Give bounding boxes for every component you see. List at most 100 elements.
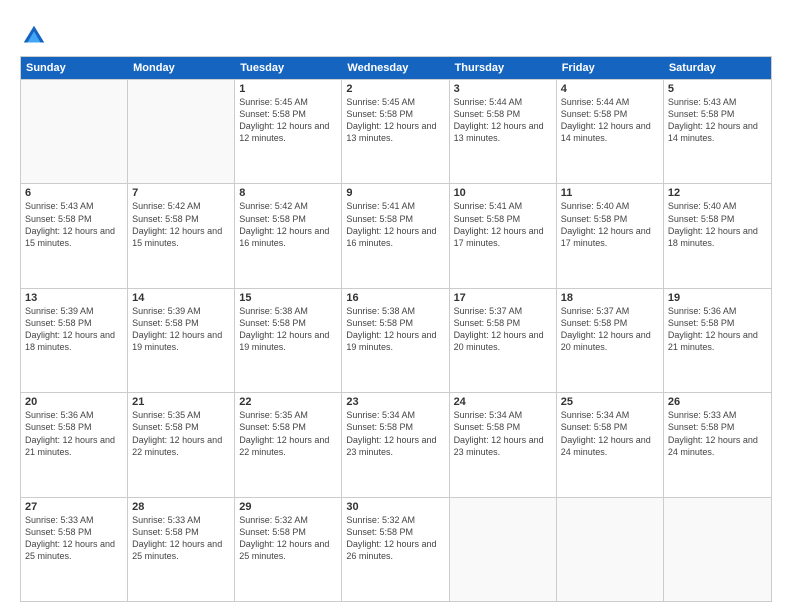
- day-number: 29: [239, 501, 337, 513]
- day-cell-6: 6Sunrise: 5:43 AM Sunset: 5:58 PM Daylig…: [21, 184, 128, 287]
- day-number: 18: [561, 292, 659, 304]
- day-info: Sunrise: 5:39 AM Sunset: 5:58 PM Dayligh…: [25, 306, 115, 352]
- day-info: Sunrise: 5:32 AM Sunset: 5:58 PM Dayligh…: [346, 515, 436, 561]
- day-number: 7: [132, 187, 230, 199]
- header-day-tuesday: Tuesday: [235, 57, 342, 79]
- header-day-saturday: Saturday: [664, 57, 771, 79]
- calendar-header: SundayMondayTuesdayWednesdayThursdayFrid…: [21, 57, 771, 79]
- day-cell-24: 24 Sunrise: 5:34 AM Sunset: 5:58 PM Dayli…: [450, 393, 557, 496]
- day-info: Sunrise: 5:42 AM Sunset: 5:58 PM Dayligh…: [239, 201, 329, 247]
- logo: [20, 22, 52, 50]
- day-cell-22: 22 Sunrise: 5:35 AM Sunset: 5:58 PM Dayli…: [235, 393, 342, 496]
- day-number: 8: [239, 187, 337, 199]
- day-cell-16: 16 Sunrise: 5:38 AM Sunset: 5:58 PM Dayli…: [342, 289, 449, 392]
- day-info: Sunrise: 5:34 AM Sunset: 5:58 PM Dayligh…: [346, 410, 436, 456]
- day-info: Sunrise: 5:40 AM Sunset: 5:58 PM Dayligh…: [561, 201, 651, 247]
- day-number: 19: [668, 292, 767, 304]
- day-cell-27: 27Sunrise: 5:33 AM Sunset: 5:58 PM Dayli…: [21, 498, 128, 601]
- day-info: Sunrise: 5:36 AM Sunset: 5:58 PM Dayligh…: [668, 306, 758, 352]
- day-info: Sunrise: 5:33 AM Sunset: 5:58 PM Dayligh…: [668, 410, 758, 456]
- day-info: Sunrise: 5:42 AM Sunset: 5:58 PM Dayligh…: [132, 201, 222, 247]
- day-cell-26: 26 Sunrise: 5:33 AM Sunset: 5:58 PM Dayli…: [664, 393, 771, 496]
- day-number: 23: [346, 396, 444, 408]
- day-number: 15: [239, 292, 337, 304]
- day-cell-13: 13 Sunrise: 5:39 AM Sunset: 5:58 PM Dayli…: [21, 289, 128, 392]
- empty-cell: [128, 80, 235, 183]
- day-info: Sunrise: 5:34 AM Sunset: 5:58 PM Dayligh…: [561, 410, 651, 456]
- day-number: 10: [454, 187, 552, 199]
- day-info: Sunrise: 5:34 AM Sunset: 5:58 PM Dayligh…: [454, 410, 544, 456]
- day-number: 12: [668, 187, 767, 199]
- day-cell-8: 8 Sunrise: 5:42 AM Sunset: 5:58 PM Daylig…: [235, 184, 342, 287]
- day-cell-3: 3 Sunrise: 5:44 AM Sunset: 5:58 PM Daylig…: [450, 80, 557, 183]
- day-cell-14: 14 Sunrise: 5:39 AM Sunset: 5:58 PM Dayli…: [128, 289, 235, 392]
- day-info: Sunrise: 5:37 AM Sunset: 5:58 PM Dayligh…: [454, 306, 544, 352]
- day-cell-1: 1Sunrise: 5:45 AM Sunset: 5:58 PM Daylig…: [235, 80, 342, 183]
- day-info: Sunrise: 5:32 AM Sunset: 5:58 PM Dayligh…: [239, 515, 329, 561]
- day-number: 17: [454, 292, 552, 304]
- empty-cell: [21, 80, 128, 183]
- day-info: Sunrise: 5:37 AM Sunset: 5:58 PM Dayligh…: [561, 306, 651, 352]
- day-info: Sunrise: 5:45 AM Sunset: 5:58 PM Dayligh…: [346, 97, 436, 143]
- header: [20, 18, 772, 50]
- calendar-body: 1 Sunrise: 5:45 AM Sunset: 5:58 PM Daylig…: [21, 79, 771, 601]
- day-number: 27: [25, 501, 123, 513]
- day-info: Sunrise: 5:41 AM Sunset: 5:58 PM Dayligh…: [346, 201, 436, 247]
- day-number: 3: [454, 83, 552, 95]
- day-number: 22: [239, 396, 337, 408]
- day-number: 5: [668, 83, 767, 95]
- day-cell-23: 23 Sunrise: 5:34 AM Sunset: 5:58 PM Dayli…: [342, 393, 449, 496]
- calendar-row-5: 27 Sunrise: 5:33 AM Sunset: 5:58 PM Dayli…: [21, 497, 771, 601]
- day-number: 24: [454, 396, 552, 408]
- day-info: Sunrise: 5:44 AM Sunset: 5:58 PM Dayligh…: [561, 97, 651, 143]
- day-info: Sunrise: 5:35 AM Sunset: 5:58 PM Dayligh…: [239, 410, 329, 456]
- calendar-row-1: 1 Sunrise: 5:45 AM Sunset: 5:58 PM Daylig…: [21, 79, 771, 183]
- empty-cell: [664, 498, 771, 601]
- day-number: 26: [668, 396, 767, 408]
- day-cell-12: 12 Sunrise: 5:40 AM Sunset: 5:58 PM Dayli…: [664, 184, 771, 287]
- day-cell-4: 4 Sunrise: 5:44 AM Sunset: 5:58 PM Daylig…: [557, 80, 664, 183]
- calendar-row-4: 20 Sunrise: 5:36 AM Sunset: 5:58 PM Dayli…: [21, 392, 771, 496]
- day-info: Sunrise: 5:38 AM Sunset: 5:58 PM Dayligh…: [346, 306, 436, 352]
- day-number: 28: [132, 501, 230, 513]
- day-cell-10: 10Sunrise: 5:41 AM Sunset: 5:58 PM Dayli…: [450, 184, 557, 287]
- day-number: 11: [561, 187, 659, 199]
- day-number: 21: [132, 396, 230, 408]
- day-info: Sunrise: 5:33 AM Sunset: 5:58 PM Dayligh…: [132, 515, 222, 561]
- day-cell-9: 9 Sunrise: 5:41 AM Sunset: 5:58 PM Daylig…: [342, 184, 449, 287]
- day-number: 20: [25, 396, 123, 408]
- calendar: SundayMondayTuesdayWednesdayThursdayFrid…: [20, 56, 772, 602]
- day-cell-17: 17 Sunrise: 5:37 AM Sunset: 5:58 PM Dayli…: [450, 289, 557, 392]
- header-day-wednesday: Wednesday: [342, 57, 449, 79]
- day-info: Sunrise: 5:40 AM Sunset: 5:58 PM Dayligh…: [668, 201, 758, 247]
- day-info: Sunrise: 5:43 AM Sunset: 5:58 PM Dayligh…: [668, 97, 758, 143]
- day-number: 2: [346, 83, 444, 95]
- header-day-sunday: Sunday: [21, 57, 128, 79]
- day-cell-15: 15 Sunrise: 5:38 AM Sunset: 5:58 PM Dayli…: [235, 289, 342, 392]
- day-number: 16: [346, 292, 444, 304]
- day-number: 9: [346, 187, 444, 199]
- header-day-friday: Friday: [557, 57, 664, 79]
- empty-cell: [557, 498, 664, 601]
- calendar-row-3: 13 Sunrise: 5:39 AM Sunset: 5:58 PM Dayli…: [21, 288, 771, 392]
- day-cell-19: 19 Sunrise: 5:36 AM Sunset: 5:58 PM Dayli…: [664, 289, 771, 392]
- day-info: Sunrise: 5:38 AM Sunset: 5:58 PM Dayligh…: [239, 306, 329, 352]
- day-info: Sunrise: 5:39 AM Sunset: 5:58 PM Dayligh…: [132, 306, 222, 352]
- day-number: 6: [25, 187, 123, 199]
- day-info: Sunrise: 5:35 AM Sunset: 5:58 PM Dayligh…: [132, 410, 222, 456]
- logo-icon: [20, 22, 48, 50]
- day-cell-29: 29 Sunrise: 5:32 AM Sunset: 5:58 PM Dayli…: [235, 498, 342, 601]
- day-number: 13: [25, 292, 123, 304]
- page: SundayMondayTuesdayWednesdayThursdayFrid…: [0, 0, 792, 612]
- day-number: 1: [239, 83, 337, 95]
- day-number: 4: [561, 83, 659, 95]
- day-info: Sunrise: 5:44 AM Sunset: 5:58 PM Dayligh…: [454, 97, 544, 143]
- day-cell-2: 2 Sunrise: 5:45 AM Sunset: 5:58 PM Daylig…: [342, 80, 449, 183]
- day-cell-21: 21 Sunrise: 5:35 AM Sunset: 5:58 PM Dayli…: [128, 393, 235, 496]
- day-cell-7: 7 Sunrise: 5:42 AM Sunset: 5:58 PM Daylig…: [128, 184, 235, 287]
- day-number: 14: [132, 292, 230, 304]
- day-cell-18: 18 Sunrise: 5:37 AM Sunset: 5:58 PM Dayli…: [557, 289, 664, 392]
- day-cell-30: 30Sunrise: 5:32 AM Sunset: 5:58 PM Dayli…: [342, 498, 449, 601]
- day-info: Sunrise: 5:36 AM Sunset: 5:58 PM Dayligh…: [25, 410, 115, 456]
- day-cell-28: 28 Sunrise: 5:33 AM Sunset: 5:58 PM Dayli…: [128, 498, 235, 601]
